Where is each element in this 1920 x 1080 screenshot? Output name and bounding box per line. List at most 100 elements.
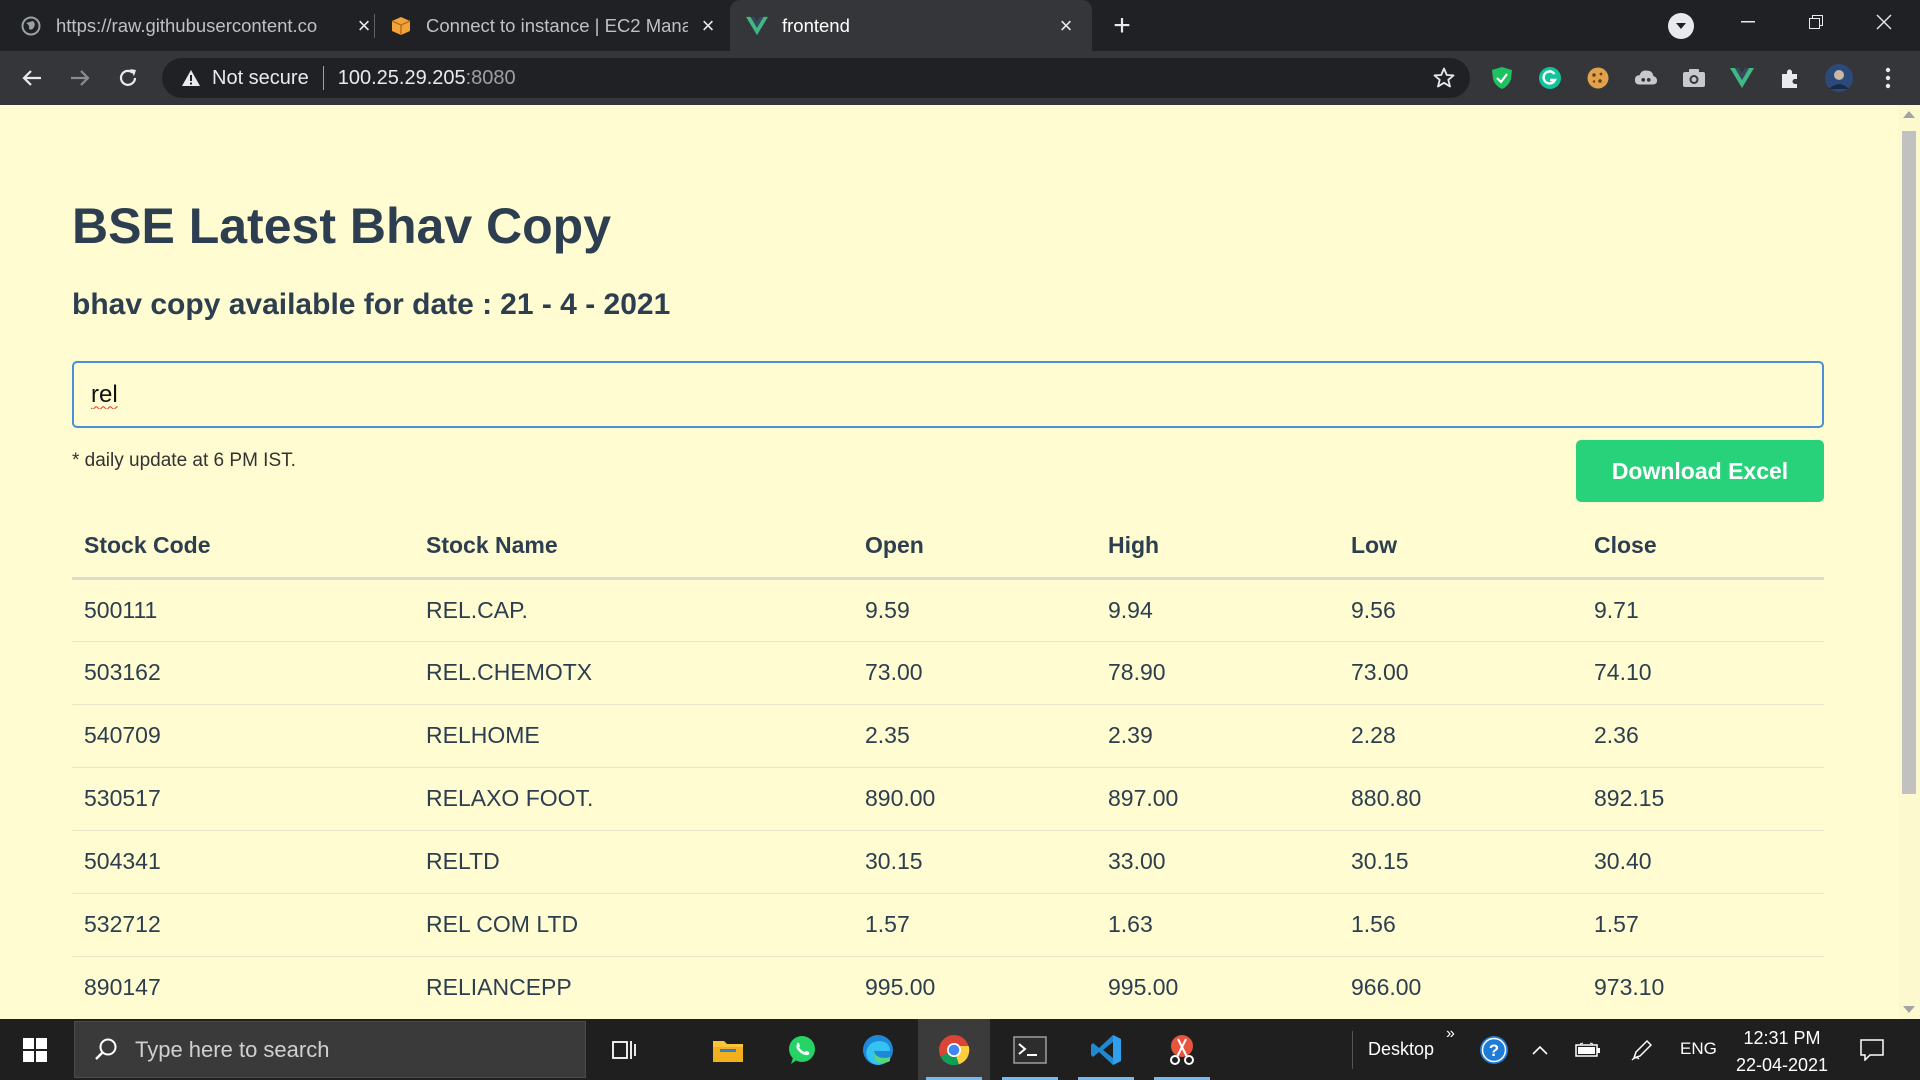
restore-icon[interactable]	[1788, 0, 1844, 44]
header-open: Open	[853, 515, 1096, 580]
snipping-tool-icon[interactable]	[1146, 1019, 1218, 1080]
cookie-icon[interactable]	[1586, 66, 1610, 90]
taskbar-clock[interactable]: 12:31 PM 22-04-2021	[1724, 1025, 1840, 1079]
vscode-icon[interactable]	[1070, 1019, 1142, 1080]
new-tab-icon[interactable]: +	[1106, 9, 1138, 42]
tab-github-raw[interactable]: https://raw.githubusercontent.co ×	[20, 0, 376, 51]
back-icon[interactable]	[14, 60, 50, 96]
tab-search-icon[interactable]	[1668, 13, 1694, 39]
browser-tab-strip: https://raw.githubusercontent.co × Conne…	[0, 0, 1920, 51]
cell-stock-code: 530517	[72, 767, 414, 831]
cell-stock-name: RELAXO FOOT.	[414, 767, 853, 831]
chrome-taskbar-icon[interactable]	[918, 1019, 990, 1080]
cell-open: 30.15	[853, 830, 1096, 894]
camera-icon[interactable]	[1682, 66, 1706, 90]
cell-stock-code: 503162	[72, 641, 414, 705]
download-excel-button[interactable]: Download Excel	[1576, 440, 1824, 502]
file-explorer-icon[interactable]	[692, 1019, 764, 1080]
grammarly-icon[interactable]	[1538, 66, 1562, 90]
cell-close: 973.10	[1582, 956, 1824, 1019]
table-row: 540709 RELHOME 2.35 2.39 2.28 2.36	[72, 704, 1824, 768]
tab-frontend[interactable]: frontend ×	[730, 0, 1092, 51]
tab-close-icon[interactable]: ×	[1054, 13, 1078, 38]
cell-open: 9.59	[853, 578, 1096, 642]
help-icon[interactable]: ?	[1476, 1019, 1512, 1080]
cell-low: 9.56	[1339, 578, 1582, 642]
scroll-up-arrow-icon[interactable]	[1903, 111, 1915, 118]
reload-icon[interactable]	[110, 60, 146, 96]
table-row: 530517 RELAXO FOOT. 890.00 897.00 880.80…	[72, 767, 1824, 831]
warning-icon[interactable]	[180, 67, 202, 89]
date-value: 21 - 4 - 2021	[500, 288, 671, 321]
page-viewport: BSE Latest Bhav Copy bhav copy available…	[0, 105, 1920, 1019]
cell-stock-name: REL COM LTD	[414, 893, 853, 957]
cell-high: 9.94	[1096, 578, 1339, 642]
notification-center-icon[interactable]	[1852, 1019, 1892, 1080]
cell-stock-code: 532712	[72, 893, 414, 957]
not-secure-label: Not secure	[212, 66, 309, 89]
search-icon	[93, 1037, 119, 1063]
close-window-icon[interactable]	[1856, 0, 1912, 44]
toolbar-overflow-icon[interactable]: »	[1446, 1025, 1455, 1043]
extensions-puzzle-icon[interactable]	[1778, 66, 1802, 90]
battery-icon[interactable]	[1570, 1019, 1606, 1080]
scroll-down-arrow-icon[interactable]	[1903, 1006, 1915, 1013]
cell-stock-name: REL.CHEMOTX	[414, 641, 853, 705]
table-row: 503162 REL.CHEMOTX 73.00 78.90 73.00 74.…	[72, 641, 1824, 705]
profile-avatar[interactable]	[1824, 63, 1854, 93]
scrollbar-thumb[interactable]	[1902, 131, 1916, 794]
minimize-icon[interactable]	[1720, 0, 1776, 44]
table-row: 532712 REL COM LTD 1.57 1.63 1.56 1.57	[72, 893, 1824, 957]
shield-extension-icon[interactable]	[1490, 66, 1514, 90]
vue-devtools-icon[interactable]	[1730, 66, 1754, 90]
address-divider	[322, 66, 324, 90]
desktop-toolbar-label[interactable]: Desktop	[1368, 1039, 1434, 1060]
cell-high: 78.90	[1096, 641, 1339, 705]
task-view-icon[interactable]	[588, 1019, 660, 1080]
cell-close: 1.57	[1582, 893, 1824, 957]
cell-high: 995.00	[1096, 956, 1339, 1019]
header-stock-code: Stock Code	[72, 515, 414, 580]
toolbar-divider	[1352, 1031, 1353, 1069]
cell-high: 33.00	[1096, 830, 1339, 894]
date-heading: bhav copy available for date :21 - 4 - 2…	[72, 288, 670, 322]
terminal-icon[interactable]	[994, 1019, 1066, 1080]
whatsapp-icon[interactable]	[766, 1019, 838, 1080]
cell-stock-code: 540709	[72, 704, 414, 768]
pen-workspace-icon[interactable]	[1624, 1019, 1660, 1080]
date-label: bhav copy available for date :	[72, 288, 493, 321]
address-bar[interactable]: Not secure 100.25.29.205:8080	[162, 58, 1470, 98]
tab-ec2-connect[interactable]: Connect to instance | EC2 Manag ×	[390, 0, 720, 51]
cell-stock-code: 504341	[72, 830, 414, 894]
taskbar-search-box[interactable]: Type here to search	[74, 1021, 586, 1078]
tab-title: frontend	[782, 14, 850, 36]
globe-icon	[20, 15, 42, 37]
bookmark-star-icon[interactable]	[1432, 66, 1456, 90]
tab-separator	[374, 14, 375, 38]
stock-search-input[interactable]	[72, 361, 1824, 428]
windows-start-icon[interactable]	[12, 1031, 58, 1069]
svg-text:?: ?	[1489, 1041, 1499, 1060]
tab-close-icon[interactable]: ×	[696, 13, 720, 38]
cell-open: 2.35	[853, 704, 1096, 768]
forward-icon[interactable]	[62, 60, 98, 96]
page-title: BSE Latest Bhav Copy	[72, 198, 612, 254]
tab-title: https://raw.githubusercontent.co	[56, 14, 318, 36]
input-language-indicator[interactable]: ENG	[1680, 1039, 1717, 1059]
show-hidden-icons-icon[interactable]	[1524, 1019, 1556, 1080]
vue-logo-icon	[746, 15, 768, 37]
table-row: 504341 RELTD 30.15 33.00 30.15 30.40	[72, 830, 1824, 894]
page-scrollbar[interactable]	[1898, 105, 1920, 1019]
header-close: Close	[1582, 515, 1824, 580]
cell-stock-code: 500111	[72, 578, 414, 642]
tab-close-icon[interactable]: ×	[352, 13, 376, 38]
cell-close: 2.36	[1582, 704, 1824, 768]
taskbar-search-placeholder: Type here to search	[135, 1036, 330, 1062]
cell-stock-name: RELTD	[414, 830, 853, 894]
cell-open: 1.57	[853, 893, 1096, 957]
edge-browser-icon[interactable]	[842, 1019, 914, 1080]
address-port: :8080	[465, 66, 516, 89]
table-header-row: Stock Code Stock Name Open High Low Clos…	[72, 515, 1824, 580]
chrome-menu-icon[interactable]	[1876, 66, 1900, 90]
cloud-extension-icon[interactable]	[1634, 66, 1658, 90]
